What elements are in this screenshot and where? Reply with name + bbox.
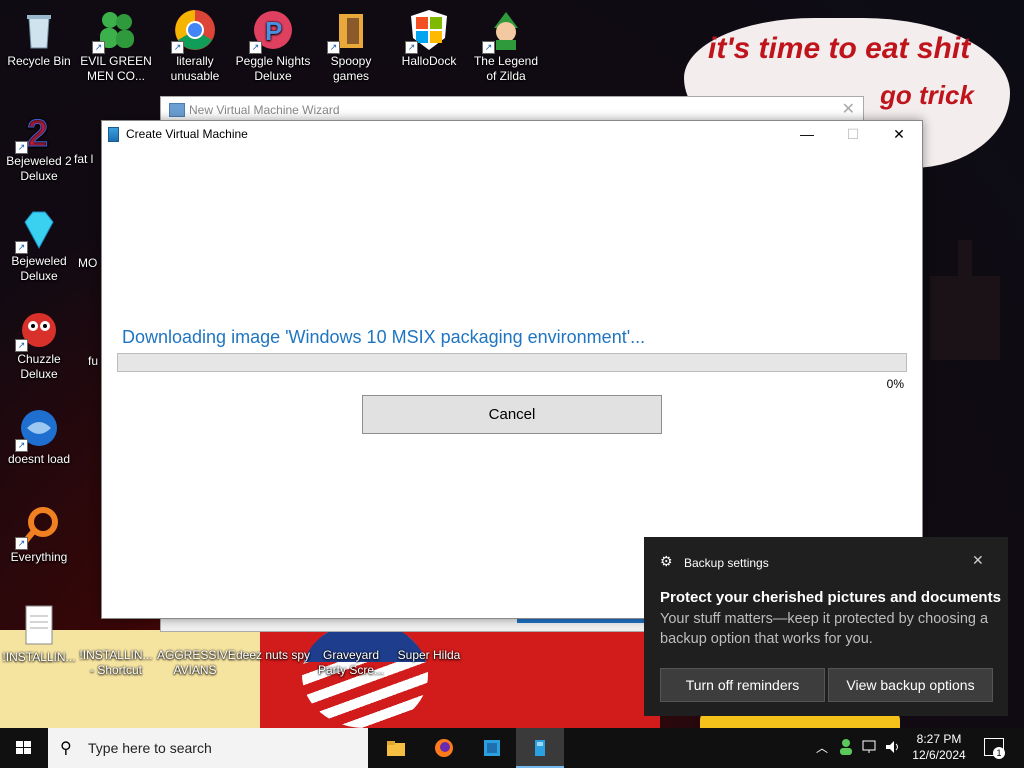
people-icon[interactable]	[838, 738, 854, 759]
wallpaper-text: it's time to eat shit	[708, 32, 971, 65]
start-button[interactable]	[0, 728, 48, 768]
wallpaper-church	[930, 240, 1000, 360]
desktop-icon-aggressive-avians[interactable]: AGGRESSIVE AVIANS	[157, 648, 236, 678]
magnifier-icon: ↗	[15, 504, 61, 550]
vm-app-icon	[108, 127, 119, 142]
clock-time: 8:27 PM	[916, 732, 962, 746]
desktop-icon-chrome[interactable]: ↗ literally unusable	[157, 8, 233, 84]
desktop-icon-bejeweled-2[interactable]: 2 ↗ Bejeweled 2 Deluxe	[1, 108, 77, 184]
notification-heading: Protect your cherished pictures and docu…	[660, 589, 1001, 606]
desktop-icon-recycle-bin[interactable]: Recycle Bin	[1, 8, 77, 69]
cancel-button[interactable]: Cancel	[362, 395, 662, 434]
bejeweled-2-icon: 2 ↗	[15, 108, 61, 156]
shortcut-arrow-icon: ↗	[92, 41, 105, 54]
turn-off-reminders-button[interactable]: Turn off reminders	[660, 668, 825, 702]
folder-icon: ↗	[327, 8, 373, 54]
clock-date: 12/6/2024	[912, 748, 966, 762]
diamond-icon: ↗	[15, 208, 61, 254]
desktop-icon-everything[interactable]: ↗ Everything	[1, 504, 77, 565]
network-icon[interactable]	[862, 739, 878, 758]
desktop-icon-installing[interactable]: !INSTALLIN...	[1, 604, 77, 665]
taskbar-clock[interactable]: 8:27 PM 12/6/2024	[908, 731, 970, 763]
download-progress-bar	[117, 353, 907, 372]
chuzzle-icon: ↗	[15, 306, 61, 352]
desktop-icon-chuzzle[interactable]: ↗ Chuzzle Deluxe	[1, 306, 77, 382]
shortcut-arrow-icon: ↗	[482, 41, 495, 54]
app-icon	[74, 108, 104, 152]
volume-icon[interactable]	[884, 739, 902, 758]
taskbar: ⚲ Type here to search ︿ 8:27 PM 12/6/202…	[0, 728, 1024, 768]
dialog-title: Create Virtual Machine	[126, 127, 248, 141]
text-file-icon	[17, 604, 61, 648]
chrome-icon: ↗	[171, 8, 217, 54]
notification-count-badge: 1	[993, 747, 1005, 759]
shortcut-arrow-icon: ↗	[15, 339, 28, 352]
taskbar-create-vm[interactable]	[516, 728, 564, 768]
shortcut-arrow-icon: ↗	[405, 41, 418, 54]
desktop-icon-hallodock[interactable]: ↗ HalloDock	[391, 8, 467, 69]
peggle-icon: P ↗	[249, 8, 295, 54]
shortcut-arrow-icon: ↗	[327, 41, 340, 54]
windows-shield-icon: ↗	[405, 8, 451, 54]
vm-app-icon	[530, 738, 550, 758]
shortcut-arrow-icon: ↗	[15, 439, 28, 452]
desktop-icon-bejeweled[interactable]: ↗ Bejeweled Deluxe	[1, 208, 77, 284]
hyper-v-icon	[482, 738, 502, 758]
wallpaper-text: go trick	[880, 80, 974, 110]
notification-app-name: Backup settings	[684, 556, 769, 570]
shortcut-arrow-icon: ↗	[249, 41, 262, 54]
maximize-button[interactable]: ☐	[830, 121, 876, 147]
svg-text:2: 2	[27, 113, 48, 152]
shortcut-arrow-icon: ↗	[15, 241, 28, 254]
minimize-button[interactable]: —	[784, 121, 830, 147]
close-icon[interactable]: ✕	[972, 552, 984, 569]
desktop-icon-deez-nuts-spy[interactable]: deez nuts spy	[235, 648, 311, 663]
dialog-titlebar[interactable]: Create Virtual Machine — ☐ ✕	[102, 121, 922, 147]
hyper-v-icon	[169, 103, 185, 117]
chevron-up-icon[interactable]: ︿	[816, 739, 828, 756]
window-title: New Virtual Machine Wizard	[189, 103, 340, 117]
progress-percent: 0%	[886, 377, 904, 391]
desktop-icon-graveyard-party[interactable]: Graveyard Party Scre...	[313, 648, 389, 678]
search-placeholder: Type here to search	[88, 740, 212, 756]
desktop-icon-spoopy-games[interactable]: ↗ Spoopy games	[313, 8, 389, 84]
desktop-icon-fat[interactable]: fat l	[74, 108, 104, 167]
svg-text:P: P	[265, 16, 282, 46]
desktop-icon-installing-shortcut[interactable]: !INSTALLIN... - Shortcut	[78, 648, 154, 678]
taskbar-firefox[interactable]	[420, 728, 468, 768]
desktop-icon-doesnt-load[interactable]: ↗ doesnt load	[1, 406, 77, 467]
desktop-icon-super-hilda[interactable]: Super Hilda	[391, 648, 467, 663]
firefox-icon	[434, 738, 454, 758]
shortcut-arrow-icon: ↗	[15, 537, 28, 550]
recycle-bin-icon	[17, 8, 61, 52]
desktop-icon-evil-green-men[interactable]: ↗ EVIL GREEN MEN CO...	[78, 8, 154, 84]
search-icon: ⚲	[60, 740, 72, 757]
download-status-text: Downloading image 'Windows 10 MSIX packa…	[122, 327, 646, 347]
notification-body: Your stuff matters—keep it protected by …	[660, 611, 989, 647]
gear-icon: ⚙	[660, 553, 673, 569]
desktop-icon-peggle-nights[interactable]: P ↗ Peggle Nights Deluxe	[235, 8, 311, 84]
backup-notification[interactable]: ⚙ Backup settings ✕ Protect your cherish…	[644, 537, 1008, 716]
shortcut-arrow-icon: ↗	[15, 141, 28, 154]
zilda-character-icon: ↗	[482, 8, 528, 54]
view-backup-options-button[interactable]: View backup options	[828, 668, 993, 702]
close-button[interactable]: ✕	[876, 121, 922, 147]
green-men-icon: ↗	[92, 8, 138, 54]
thunderbird-icon: ↗	[15, 406, 61, 452]
shortcut-arrow-icon: ↗	[171, 41, 184, 54]
taskbar-hyper-v-manager[interactable]	[468, 728, 516, 768]
taskbar-search-box[interactable]: ⚲ Type here to search	[48, 728, 368, 768]
taskbar-file-explorer[interactable]	[372, 728, 420, 768]
windows-logo-icon	[16, 741, 32, 755]
desktop-icon-legend-of-zilda[interactable]: ↗ The Legend of Zilda	[468, 8, 544, 84]
folder-icon	[386, 738, 406, 758]
